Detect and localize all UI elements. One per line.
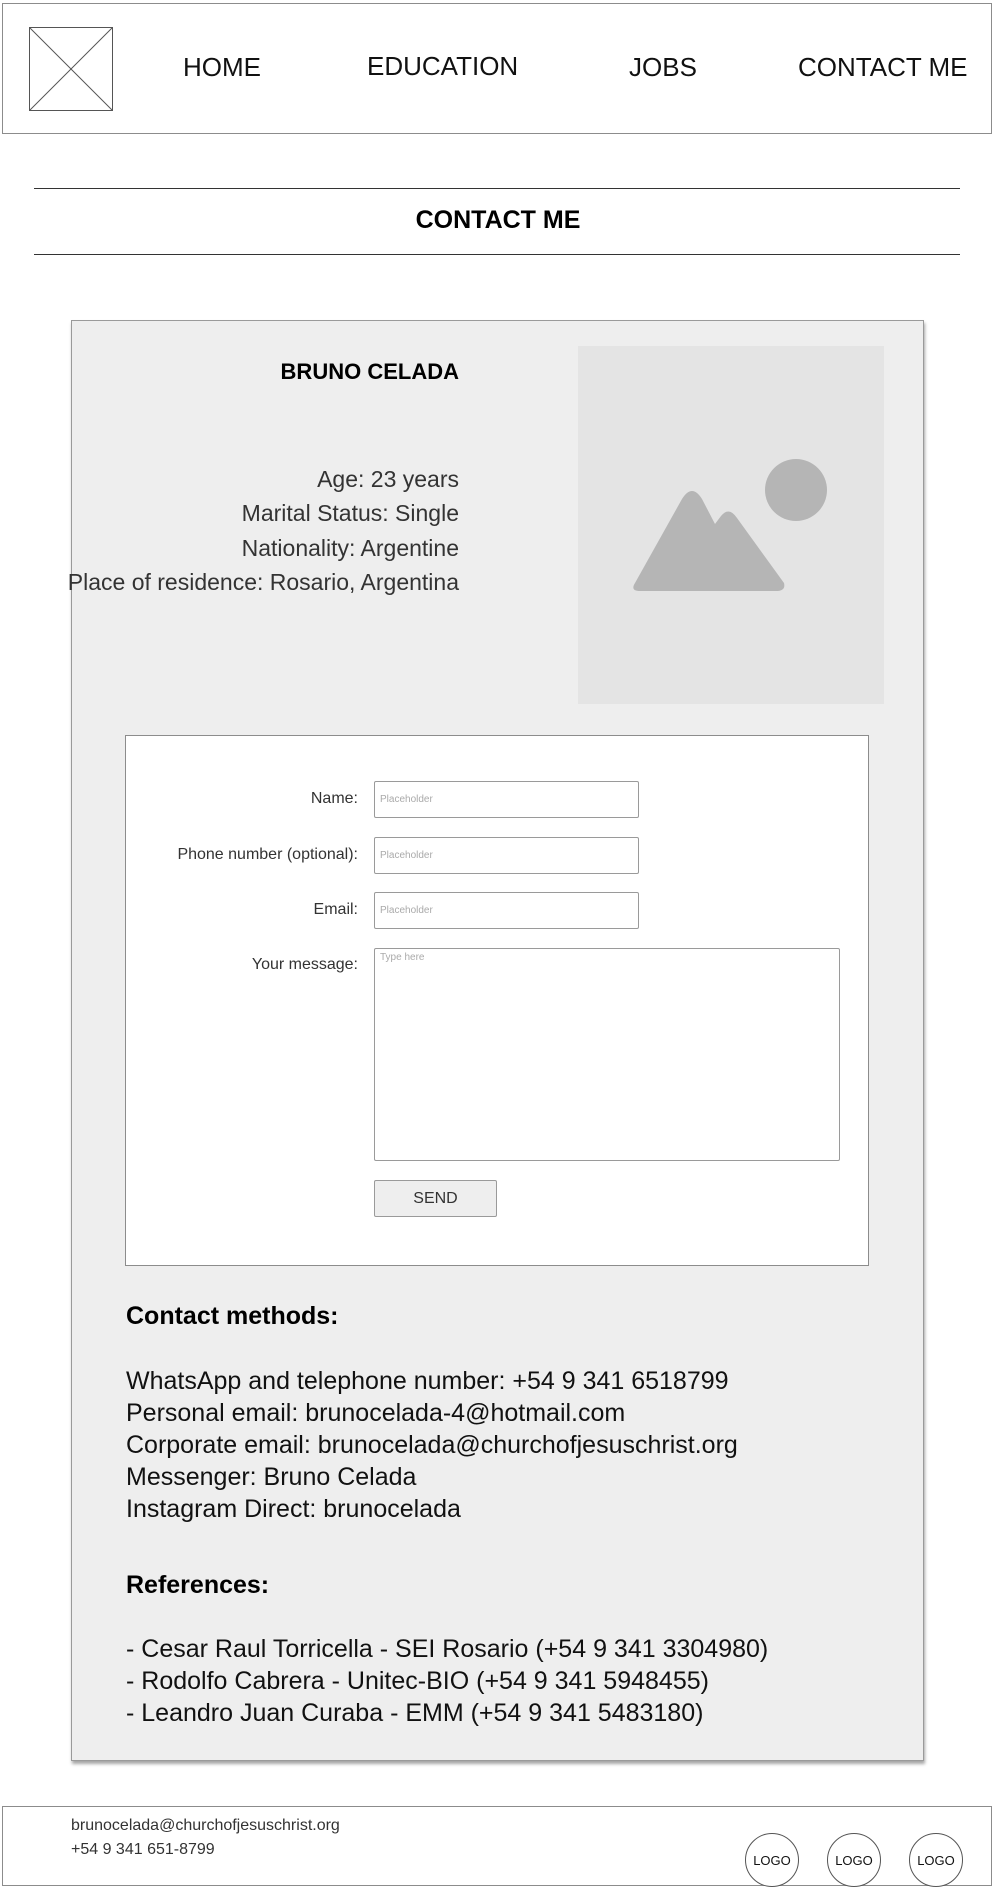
title-top-divider [34, 188, 960, 189]
footer-phone: +54 9 341 651-8799 [71, 1841, 215, 1858]
logo-placeholder-icon[interactable] [29, 27, 113, 111]
footer-email: brunocelada@churchofjesuschrist.org [71, 1817, 340, 1834]
profile-nationality: Nationality: Argentine [241, 535, 459, 561]
name-label: Name: [310, 790, 358, 807]
image-placeholder-icon [633, 459, 827, 591]
contact-form: Name: Phone number (optional): Email: Yo… [125, 735, 869, 1266]
footer-logo-icon[interactable]: LOGO [827, 1833, 881, 1887]
message-textarea[interactable] [374, 948, 840, 1161]
email-input[interactable] [374, 892, 639, 929]
reference-item: - Cesar Raul Torricella - SEI Rosario (+… [126, 1635, 769, 1663]
phone-label: Phone number (optional): [177, 846, 358, 863]
contact-methods-heading: Contact methods: [126, 1302, 339, 1330]
name-input[interactable] [374, 781, 639, 818]
site-header: HOME EDUCATION JOBS CONTACT ME [2, 3, 992, 134]
page-title: CONTACT ME [415, 206, 581, 234]
message-label: Your message: [251, 956, 358, 973]
profile-age: Age: 23 years [317, 466, 459, 492]
contact-personal-email: Personal email: brunocelada-4@hotmail.co… [126, 1399, 626, 1427]
nav-jobs[interactable]: JOBS [629, 54, 697, 80]
email-label: Email: [313, 901, 358, 918]
footer-logo-icon[interactable]: LOGO [745, 1833, 799, 1887]
reference-item: - Rodolfo Cabrera - Unitec-BIO (+54 9 34… [126, 1667, 709, 1695]
nav-home[interactable]: HOME [183, 54, 261, 80]
footer-logo-icon[interactable]: LOGO [909, 1833, 963, 1887]
contact-corporate-email: Corporate email: brunocelada@churchofjes… [126, 1431, 738, 1459]
contact-messenger: Messenger: Bruno Celada [126, 1463, 417, 1491]
title-bottom-divider [34, 254, 960, 255]
site-footer: brunocelada@churchofjesuschrist.org +54 … [2, 1806, 992, 1887]
profile-marital-status: Marital Status: Single [241, 500, 459, 526]
nav-contact-me[interactable]: CONTACT ME [798, 54, 967, 80]
references-heading: References: [126, 1571, 270, 1599]
reference-item: - Leandro Juan Curaba - EMM (+54 9 341 5… [126, 1699, 704, 1727]
profile-photo [578, 346, 884, 704]
contact-whatsapp: WhatsApp and telephone number: +54 9 341… [126, 1367, 729, 1395]
send-button[interactable]: SEND [374, 1180, 497, 1217]
profile-residence: Place of residence: Rosario, Argentina [67, 569, 459, 595]
contact-card: BRUNO CELADA Age: 23 years Marital Statu… [67, 320, 924, 1761]
phone-input[interactable] [374, 837, 639, 874]
contact-instagram: Instagram Direct: brunocelada [126, 1495, 461, 1523]
nav-education[interactable]: EDUCATION [367, 53, 518, 79]
profile-name: BRUNO CELADA [280, 359, 459, 384]
